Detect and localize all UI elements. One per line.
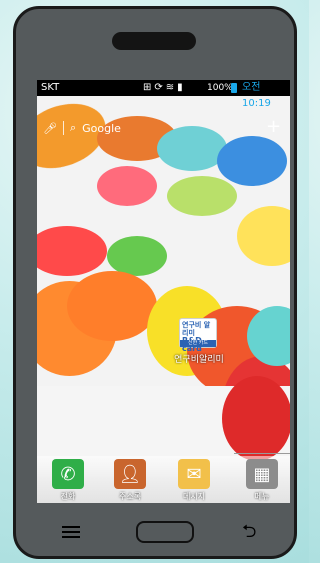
apps-grid-icon: ▦ <box>246 459 278 489</box>
search-icon[interactable]: ⌕ <box>70 121 76 135</box>
wifi-icon: ≋ <box>165 82 175 93</box>
app-label-rnd-card[interactable]: 연구비알리미 <box>169 352 229 365</box>
search-separator <box>62 121 64 135</box>
google-logo: Google <box>82 121 121 135</box>
app-icon-line1: 연구비 알리미 <box>182 321 211 337</box>
earpiece-speaker <box>112 32 196 50</box>
home-screen: SKT ⊞ ⟳ ≋ ▮ 100% 오전 10:19 🎤︎ ⌕ Google + … <box>37 80 290 503</box>
dock-menu[interactable]: ▦ 메뉴 <box>240 459 284 502</box>
dock-messages[interactable]: ✉ 메시지 <box>172 459 216 502</box>
status-icons: ⊞ ⟳ ≋ ▮ <box>143 80 183 96</box>
battery-percent: 100% <box>207 83 233 93</box>
app-icon-footer: 신한 카드 <box>180 340 216 347</box>
microphone-icon[interactable]: 🎤︎ <box>43 122 57 135</box>
wallpaper-jelly-beans: 🎤︎ ⌕ Google + 연구비 알리미 R&D card 신한 카드 연구비… <box>37 92 290 503</box>
dock-divider <box>234 453 290 454</box>
search-widget[interactable]: 🎤︎ ⌕ Google <box>43 118 121 138</box>
signal-icon: ▮ <box>177 82 183 93</box>
battery-icon <box>231 83 237 93</box>
app-icon-rnd-card[interactable]: 연구비 알리미 R&D card 신한 카드 <box>179 318 217 353</box>
sync-icon: ⟳ <box>154 82 163 93</box>
dock-phone-label: 전화 <box>60 492 76 501</box>
dock-contacts-label: 주소록 <box>118 492 142 501</box>
carrier-label: SKT <box>41 82 60 93</box>
home-key[interactable] <box>136 521 194 543</box>
sd-card-icon: ⊞ <box>143 82 152 93</box>
contacts-icon: 👤︎ <box>114 459 146 489</box>
menu-key[interactable] <box>62 526 80 538</box>
add-widget-icon[interactable]: + <box>266 118 281 136</box>
back-key[interactable]: ⮌ <box>242 519 256 549</box>
message-icon: ✉ <box>178 459 210 489</box>
dock-messages-label: 메시지 <box>182 492 206 501</box>
dock-menu-label: 메뉴 <box>254 492 270 501</box>
dock-phone[interactable]: ✆ 전화 <box>46 459 90 502</box>
dock-contacts[interactable]: 👤︎ 주소록 <box>108 459 152 502</box>
status-bar: SKT ⊞ ⟳ ≋ ▮ 100% 오전 10:19 <box>37 80 290 109</box>
phone-icon: ✆ <box>52 459 84 489</box>
